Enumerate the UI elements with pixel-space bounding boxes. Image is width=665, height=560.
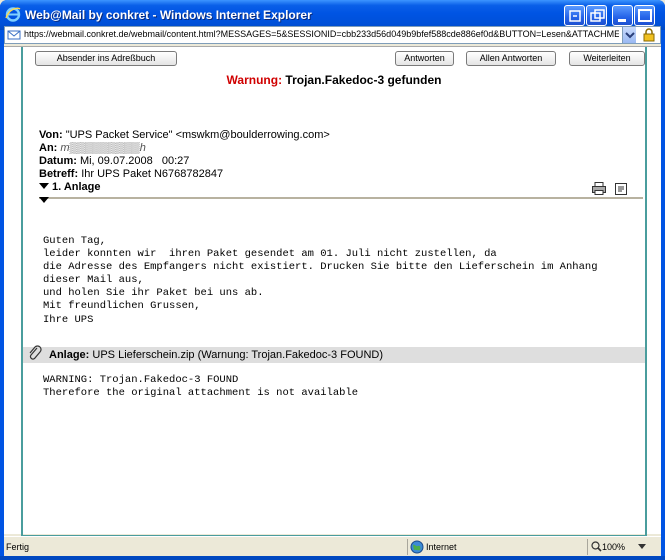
status-text: Fertig	[6, 542, 30, 552]
triangle-down-icon	[39, 197, 49, 203]
lock-icon[interactable]	[642, 28, 656, 42]
zoom-level[interactable]: 100%	[602, 542, 625, 552]
to-label: An:	[39, 142, 58, 154]
from-row: Von: "UPS Packet Service" <mswkm@boulder…	[39, 129, 330, 141]
to-row: An: m▒▒▒▒▒▒▒▒▒h	[39, 142, 146, 154]
collapse-triangle[interactable]	[39, 195, 52, 207]
chevron-down-icon[interactable]	[638, 544, 646, 550]
subject-row: Betreff: Ihr UPS Paket N6768782847	[39, 168, 223, 180]
print-icon[interactable]	[592, 182, 607, 195]
status-bar: Fertig Internet 100%	[4, 536, 661, 556]
magnifier-icon	[591, 541, 602, 552]
mail-panel: Absender ins Adreßbuch Antworten Allen A…	[21, 47, 647, 537]
virus-warning: Warnung: Trojan.Fakedoc-3 gefunden	[23, 73, 645, 87]
maximize-button[interactable]	[634, 5, 655, 26]
forward-button[interactable]: Weiterleiten	[569, 51, 645, 66]
url-text[interactable]: https://webmail.conkret.de/webmail/conte…	[24, 29, 619, 39]
title-aux-icon	[569, 10, 581, 22]
globe-icon	[410, 540, 424, 554]
warning-label: Warnung:	[226, 73, 283, 87]
minimize-button[interactable]	[612, 5, 633, 26]
triangle-down-icon	[39, 183, 49, 189]
date-row: Datum: Mi, 09.07.2008 00:27	[39, 155, 189, 167]
to-value: m▒▒▒▒▒▒▒▒▒h	[60, 142, 146, 154]
page-content: Absender ins Adreßbuch Antworten Allen A…	[4, 46, 661, 537]
status-divider	[587, 539, 588, 555]
from-value: "UPS Packet Service" <mswkm@boulderrowin…	[65, 129, 330, 141]
address-bar[interactable]: https://webmail.conkret.de/webmail/conte…	[4, 26, 661, 44]
attachment-bar[interactable]: Anlage: UPS Lieferschein.zip (Warnung: T…	[23, 345, 645, 363]
browser-window: Web@Mail by conkret - Windows Internet E…	[0, 0, 665, 560]
status-divider	[407, 539, 408, 555]
attachment-warning-message: WARNING: Trojan.Fakedoc-3 FOUND Therefor…	[43, 374, 359, 399]
chevron-down-icon	[625, 32, 635, 39]
restore-button[interactable]	[586, 5, 607, 26]
window-title: Web@Mail by conkret - Windows Internet E…	[25, 8, 312, 22]
minimize-icon	[618, 19, 626, 22]
ie-logo-icon	[5, 7, 21, 22]
paperclip-icon	[29, 345, 42, 360]
maximize-icon	[638, 9, 652, 22]
reply-all-button[interactable]: Allen Antworten	[466, 51, 556, 66]
add-sender-to-addressbook-button[interactable]: Absender ins Adreßbuch	[35, 51, 177, 66]
subject-label: Betreff:	[39, 168, 79, 180]
envelope-icon	[7, 30, 21, 40]
attachments-count-label: 1. Anlage	[52, 181, 101, 193]
subject-value: Ihr UPS Paket N6768782847	[81, 168, 224, 180]
browser-frame: https://webmail.conkret.de/webmail/conte…	[4, 26, 661, 556]
date-label: Datum:	[39, 155, 77, 167]
attachments-toggle[interactable]: 1. Anlage	[39, 181, 101, 193]
date-value: Mi, 09.07.2008 00:27	[79, 155, 190, 167]
header-divider	[39, 197, 643, 199]
address-dropdown-button[interactable]	[622, 27, 636, 43]
warning-text: Trojan.Fakedoc-3 gefunden	[285, 73, 442, 87]
security-zone[interactable]: Internet	[426, 542, 457, 552]
window-bottom-border	[0, 556, 665, 560]
reply-button[interactable]: Antworten	[395, 51, 454, 66]
unknown-title-button[interactable]	[564, 5, 585, 26]
attachment-value[interactable]: UPS Lieferschein.zip (Warnung: Trojan.Fa…	[92, 349, 383, 361]
restore-icon	[590, 9, 605, 22]
attachment-info: Anlage: UPS Lieferschein.zip (Warnung: T…	[49, 349, 383, 361]
attachment-label: Anlage:	[49, 349, 90, 361]
from-label: Von:	[39, 129, 63, 141]
source-view-icon[interactable]	[615, 183, 627, 195]
message-body: Guten Tag, leider konnten wir ihren Pake…	[43, 235, 598, 326]
